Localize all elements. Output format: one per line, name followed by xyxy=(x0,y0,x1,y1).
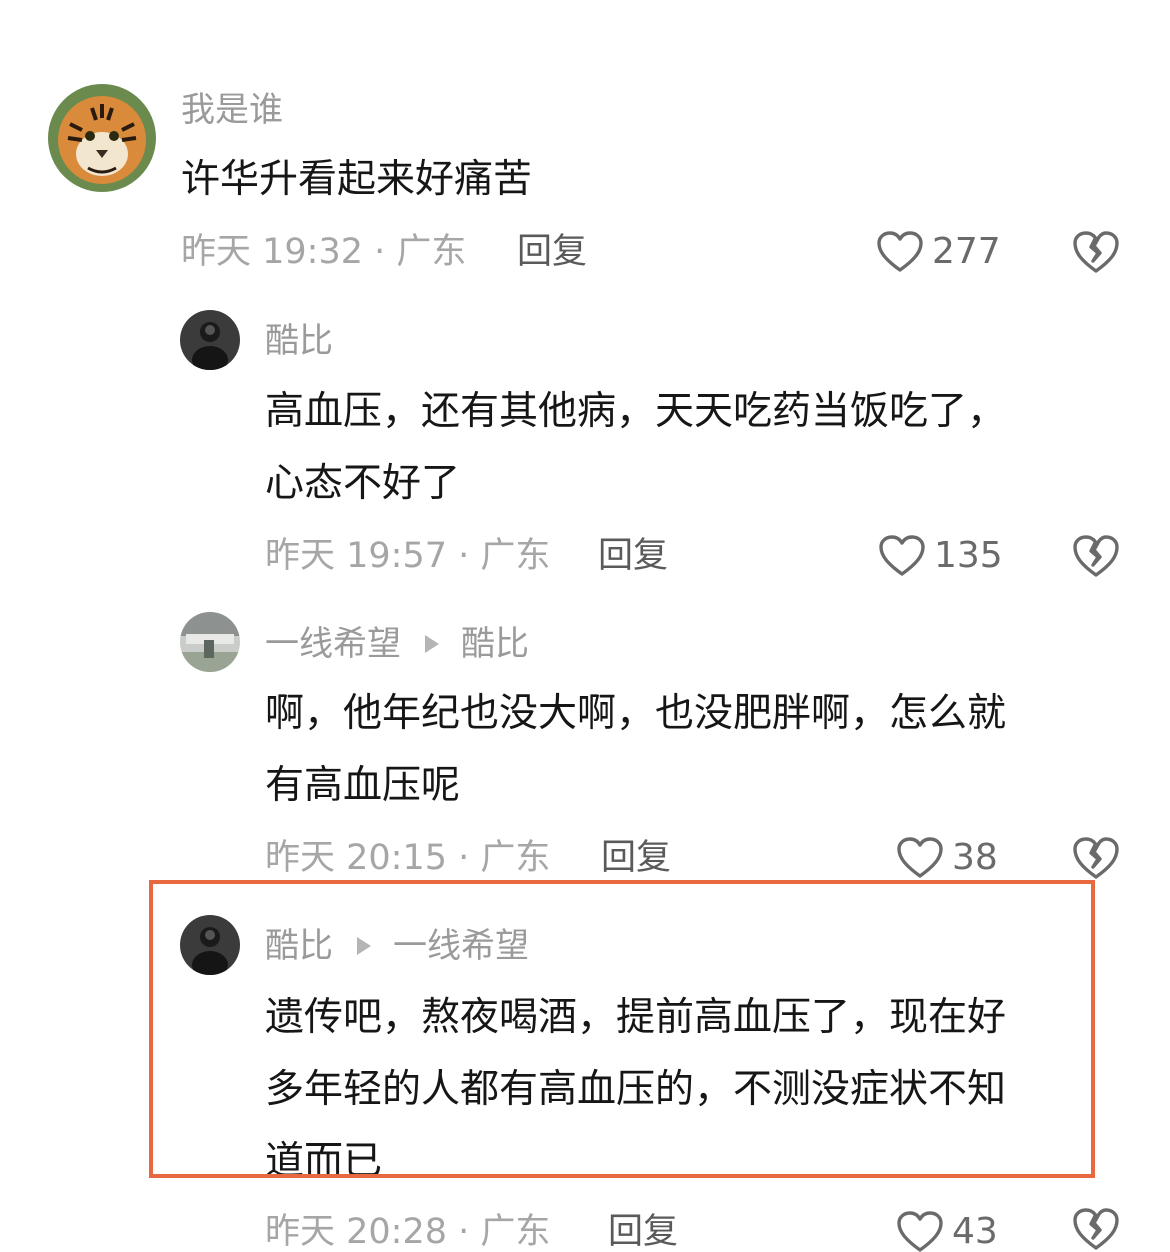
comment-username[interactable]: 酷比 xyxy=(265,321,333,361)
broken-heart-icon xyxy=(1073,535,1119,577)
like-button[interactable]: 135 xyxy=(878,534,1003,578)
dislike-button[interactable] xyxy=(1072,1206,1120,1252)
comment-author[interactable]: 酷比 xyxy=(265,926,333,966)
like-count: 277 xyxy=(932,231,1001,272)
avatar[interactable] xyxy=(180,915,240,975)
dislike-button[interactable] xyxy=(1072,835,1120,881)
broken-heart-icon xyxy=(1073,837,1119,879)
heart-icon xyxy=(897,837,943,878)
avatar[interactable] xyxy=(180,310,240,370)
heart-icon xyxy=(879,535,925,576)
dislike-button[interactable] xyxy=(1072,229,1120,275)
reply-button[interactable]: 回复 xyxy=(601,838,671,878)
reply-button[interactable]: 回复 xyxy=(608,1212,678,1252)
comment-author[interactable]: 一线希望 xyxy=(265,624,401,664)
comment-text: 遗传吧，熬夜喝酒，提前高血压了，现在好 多年轻的人都有高血压的，不测没症状不知 … xyxy=(265,982,1006,1198)
reply-target-user[interactable]: 酷比 xyxy=(461,624,529,664)
comment-time-location: 昨天 19:32 · 广东 xyxy=(181,232,467,272)
comment-time-location: 昨天 19:57 · 广东 xyxy=(265,536,551,576)
comment-time-location: 昨天 20:28 · 广东 xyxy=(265,1212,551,1252)
photo-avatar-icon xyxy=(180,612,240,672)
comment-text-line: 多年轻的人都有高血压的，不测没症状不知 xyxy=(265,1067,1007,1112)
comment-time-location: 昨天 20:15 · 广东 xyxy=(265,838,551,878)
avatar[interactable] xyxy=(180,612,240,672)
like-button[interactable]: 43 xyxy=(896,1210,998,1252)
comment-page: 我是谁 许华升看起来好痛苦 昨天 19:32 · 广东 回复 277 酷比 高血… xyxy=(0,0,1170,1252)
broken-heart-icon xyxy=(1073,1208,1119,1250)
comment-text-line: 遗传吧，熬夜喝酒，提前高血压了，现在好 xyxy=(265,995,1007,1040)
dislike-button[interactable] xyxy=(1072,533,1120,579)
like-count: 43 xyxy=(952,1211,998,1252)
comment-username[interactable]: 我是谁 xyxy=(181,90,283,130)
like-button[interactable]: 277 xyxy=(876,230,1001,274)
reply-arrow-icon xyxy=(425,635,439,653)
avatar[interactable] xyxy=(48,84,156,192)
reply-arrow-icon xyxy=(357,937,371,955)
comment-text: 高血压，还有其他病，天天吃药当饭吃了， 心态不好了 xyxy=(265,376,1006,520)
heart-icon xyxy=(877,231,923,272)
dark-avatar-icon xyxy=(180,310,240,370)
comment-text-line: 许华升看起来好痛苦 xyxy=(181,157,533,202)
heart-icon xyxy=(897,1211,943,1252)
reply-target-user[interactable]: 一线希望 xyxy=(393,926,529,966)
comment-text-line: 有高血压呢 xyxy=(265,763,461,808)
like-button[interactable]: 38 xyxy=(896,836,998,880)
comment-text-line: 道而已 xyxy=(265,1139,383,1184)
like-count: 38 xyxy=(952,837,998,878)
reply-button[interactable]: 回复 xyxy=(598,536,668,576)
comment-username[interactable]: 一线希望 酷比 xyxy=(265,624,529,664)
comment-text-line: 心态不好了 xyxy=(265,461,461,506)
reply-button[interactable]: 回复 xyxy=(517,232,587,272)
comment-text: 许华升看起来好痛苦 xyxy=(181,144,532,216)
like-count: 135 xyxy=(934,535,1003,576)
tiger-avatar-icon xyxy=(48,84,156,192)
comment-text-line: 啊，他年纪也没大啊，也没肥胖啊，怎么就 xyxy=(265,691,1007,736)
comment-text-line: 高血压，还有其他病，天天吃药当饭吃了， xyxy=(265,389,1007,434)
comment-username[interactable]: 酷比 一线希望 xyxy=(265,926,529,966)
broken-heart-icon xyxy=(1073,231,1119,273)
comment-text: 啊，他年纪也没大啊，也没肥胖啊，怎么就 有高血压呢 xyxy=(265,678,1006,822)
dark-avatar-icon xyxy=(180,915,240,975)
